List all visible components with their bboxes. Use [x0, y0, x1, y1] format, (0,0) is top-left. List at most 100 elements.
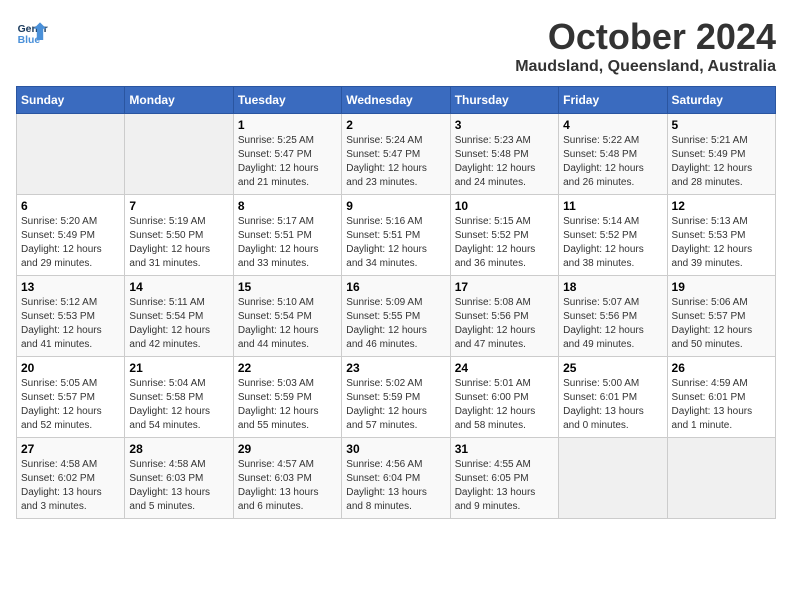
- day-number: 3: [455, 118, 554, 132]
- calendar-cell: 14Sunrise: 5:11 AMSunset: 5:54 PMDayligh…: [125, 276, 233, 357]
- day-number: 12: [672, 199, 771, 213]
- calendar-cell: 4 Sunrise: 5:22 AMSunset: 5:48 PMDaylight…: [559, 114, 667, 195]
- day-number: 29: [238, 442, 337, 456]
- day-info: Sunrise: 5:03 AMSunset: 5:59 PMDaylight:…: [238, 377, 337, 433]
- day-info: Sunrise: 4:59 AMSunset: 6:01 PMDaylight:…: [672, 377, 771, 433]
- day-info: Sunrise: 5:20 AMSunset: 5:49 PMDaylight:…: [21, 215, 120, 271]
- calendar-cell: 21 Sunrise: 5:04 AMSunset: 5:58 PMDayligh…: [125, 357, 233, 438]
- day-number: 16: [346, 280, 445, 294]
- calendar-cell: 3 Sunrise: 5:23 AMSunset: 5:48 PMDaylight…: [450, 114, 558, 195]
- calendar-cell: 28 Sunrise: 4:58 AMSunset: 6:03 PMDayligh…: [125, 438, 233, 519]
- day-number: 24: [455, 361, 554, 375]
- day-info: Sunrise: 5:05 AMSunset: 5:57 PMDaylight:…: [21, 377, 120, 433]
- day-number: 23: [346, 361, 445, 375]
- day-info: Sunrise: 5:10 AMSunset: 5:54 PMDaylight:…: [238, 296, 337, 352]
- calendar-cell: 1 Sunrise: 5:25 AMSunset: 5:47 PMDaylight…: [233, 114, 341, 195]
- day-info: Sunrise: 5:08 AMSunset: 5:56 PMDaylight:…: [455, 296, 554, 352]
- day-number: 4: [563, 118, 662, 132]
- week-row-2: 6 Sunrise: 5:20 AMSunset: 5:49 PMDaylight…: [17, 195, 776, 276]
- day-number: 26: [672, 361, 771, 375]
- calendar-cell: 17 Sunrise: 5:08 AMSunset: 5:56 PMDayligh…: [450, 276, 558, 357]
- calendar-cell: 15 Sunrise: 5:10 AMSunset: 5:54 PMDayligh…: [233, 276, 341, 357]
- day-info: Sunrise: 5:13 AMSunset: 5:53 PMDaylight:…: [672, 215, 771, 271]
- calendar-cell: 11Sunrise: 5:14 AMSunset: 5:52 PMDayligh…: [559, 195, 667, 276]
- day-header-friday: Friday: [559, 87, 667, 114]
- day-info: Sunrise: 5:23 AMSunset: 5:48 PMDaylight:…: [455, 134, 554, 190]
- day-info: Sunrise: 5:09 AMSunset: 5:55 PMDaylight:…: [346, 296, 445, 352]
- day-info: Sunrise: 4:56 AMSunset: 6:04 PMDaylight:…: [346, 458, 445, 514]
- day-number: 7: [129, 199, 228, 213]
- calendar-cell: [125, 114, 233, 195]
- day-number: 11: [563, 199, 662, 213]
- title-area: October 2024 Maudsland, Queensland, Aust…: [515, 16, 776, 76]
- calendar-cell: 26 Sunrise: 4:59 AMSunset: 6:01 PMDayligh…: [667, 357, 775, 438]
- header-row: SundayMondayTuesdayWednesdayThursdayFrid…: [17, 87, 776, 114]
- day-info: Sunrise: 4:58 AMSunset: 6:02 PMDaylight:…: [21, 458, 120, 514]
- day-number: 25: [563, 361, 662, 375]
- day-number: 31: [455, 442, 554, 456]
- day-info: Sunrise: 5:19 AMSunset: 5:50 PMDaylight:…: [129, 215, 228, 271]
- day-info: Sunrise: 5:17 AMSunset: 5:51 PMDaylight:…: [238, 215, 337, 271]
- day-number: 27: [21, 442, 120, 456]
- calendar-cell: 18Sunrise: 5:07 AMSunset: 5:56 PMDayligh…: [559, 276, 667, 357]
- calendar-cell: 23 Sunrise: 5:02 AMSunset: 5:59 PMDayligh…: [342, 357, 450, 438]
- day-info: Sunrise: 5:06 AMSunset: 5:57 PMDaylight:…: [672, 296, 771, 352]
- day-info: Sunrise: 4:55 AMSunset: 6:05 PMDaylight:…: [455, 458, 554, 514]
- day-info: Sunrise: 5:15 AMSunset: 5:52 PMDaylight:…: [455, 215, 554, 271]
- day-header-tuesday: Tuesday: [233, 87, 341, 114]
- calendar-cell: 25 Sunrise: 5:00 AMSunset: 6:01 PMDayligh…: [559, 357, 667, 438]
- day-info: Sunrise: 5:16 AMSunset: 5:51 PMDaylight:…: [346, 215, 445, 271]
- calendar-cell: 20 Sunrise: 5:05 AMSunset: 5:57 PMDayligh…: [17, 357, 125, 438]
- calendar-cell: 7 Sunrise: 5:19 AMSunset: 5:50 PMDaylight…: [125, 195, 233, 276]
- day-info: Sunrise: 5:02 AMSunset: 5:59 PMDaylight:…: [346, 377, 445, 433]
- day-number: 18: [563, 280, 662, 294]
- calendar-cell: 29Sunrise: 4:57 AMSunset: 6:03 PMDayligh…: [233, 438, 341, 519]
- day-info: Sunrise: 5:25 AMSunset: 5:47 PMDaylight:…: [238, 134, 337, 190]
- day-info: Sunrise: 5:22 AMSunset: 5:48 PMDaylight:…: [563, 134, 662, 190]
- day-number: 5: [672, 118, 771, 132]
- calendar-cell: 9 Sunrise: 5:16 AMSunset: 5:51 PMDaylight…: [342, 195, 450, 276]
- calendar-cell: [559, 438, 667, 519]
- week-row-5: 27 Sunrise: 4:58 AMSunset: 6:02 PMDayligh…: [17, 438, 776, 519]
- calendar-cell: 10 Sunrise: 5:15 AMSunset: 5:52 PMDayligh…: [450, 195, 558, 276]
- day-number: 6: [21, 199, 120, 213]
- calendar-table: SundayMondayTuesdayWednesdayThursdayFrid…: [16, 86, 776, 519]
- calendar-cell: 13 Sunrise: 5:12 AMSunset: 5:53 PMDayligh…: [17, 276, 125, 357]
- calendar-cell: 8 Sunrise: 5:17 AMSunset: 5:51 PMDaylight…: [233, 195, 341, 276]
- calendar-cell: 22 Sunrise: 5:03 AMSunset: 5:59 PMDayligh…: [233, 357, 341, 438]
- day-info: Sunrise: 4:58 AMSunset: 6:03 PMDaylight:…: [129, 458, 228, 514]
- day-number: 13: [21, 280, 120, 294]
- day-info: Sunrise: 5:01 AMSunset: 6:00 PMDaylight:…: [455, 377, 554, 433]
- day-header-thursday: Thursday: [450, 87, 558, 114]
- day-header-saturday: Saturday: [667, 87, 775, 114]
- calendar-cell: 6 Sunrise: 5:20 AMSunset: 5:49 PMDaylight…: [17, 195, 125, 276]
- day-number: 30: [346, 442, 445, 456]
- calendar-cell: 2Sunrise: 5:24 AMSunset: 5:47 PMDaylight…: [342, 114, 450, 195]
- day-number: 28: [129, 442, 228, 456]
- calendar-cell: 5 Sunrise: 5:21 AMSunset: 5:49 PMDaylight…: [667, 114, 775, 195]
- day-number: 17: [455, 280, 554, 294]
- day-number: 21: [129, 361, 228, 375]
- day-number: 15: [238, 280, 337, 294]
- svg-text:General: General: [18, 24, 48, 35]
- day-info: Sunrise: 5:04 AMSunset: 5:58 PMDaylight:…: [129, 377, 228, 433]
- day-number: 10: [455, 199, 554, 213]
- day-number: 22: [238, 361, 337, 375]
- week-row-3: 13 Sunrise: 5:12 AMSunset: 5:53 PMDayligh…: [17, 276, 776, 357]
- day-number: 1: [238, 118, 337, 132]
- day-number: 20: [21, 361, 120, 375]
- day-info: Sunrise: 5:12 AMSunset: 5:53 PMDaylight:…: [21, 296, 120, 352]
- calendar-cell: [17, 114, 125, 195]
- header: General Blue October 2024 Maudsland, Que…: [16, 16, 776, 76]
- day-info: Sunrise: 5:00 AMSunset: 6:01 PMDaylight:…: [563, 377, 662, 433]
- day-header-wednesday: Wednesday: [342, 87, 450, 114]
- day-number: 2: [346, 118, 445, 132]
- day-number: 9: [346, 199, 445, 213]
- day-info: Sunrise: 5:21 AMSunset: 5:49 PMDaylight:…: [672, 134, 771, 190]
- day-header-monday: Monday: [125, 87, 233, 114]
- calendar-cell: 16 Sunrise: 5:09 AMSunset: 5:55 PMDayligh…: [342, 276, 450, 357]
- logo: General Blue: [16, 16, 48, 48]
- calendar-cell: [667, 438, 775, 519]
- day-number: 8: [238, 199, 337, 213]
- calendar-cell: 19Sunrise: 5:06 AMSunset: 5:57 PMDayligh…: [667, 276, 775, 357]
